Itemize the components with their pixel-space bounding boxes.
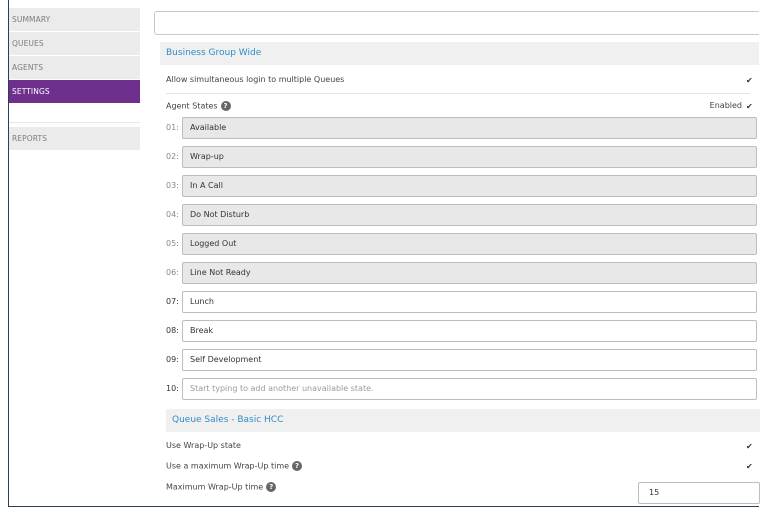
max-wrapup-row: Maximum Wrap-Up time? [166, 482, 466, 494]
use-max-wrapup-label: Use a maximum Wrap-Up time [166, 461, 290, 471]
sidebar-item-reports[interactable]: REPORTS [9, 127, 140, 151]
top-input-field[interactable] [154, 11, 759, 35]
help-icon[interactable]: ? [220, 101, 231, 111]
state-number: 08: [166, 326, 179, 335]
agent-state-row: 05: Logged Out [166, 233, 757, 255]
agent-states-label: Agent States [166, 101, 218, 111]
agent-state-row: 10: Start typing to add another unavaila… [166, 378, 757, 400]
agent-state-row: 02: Wrap-up [166, 146, 757, 168]
sidebar-item-queues[interactable]: QUEUES [9, 32, 140, 56]
use-max-wrapup-checkbox[interactable]: ✔ [746, 463, 753, 471]
agent-state-row: 07: Lunch [166, 291, 757, 313]
agent-state-row: 09: Self Development [166, 349, 757, 371]
sidebar-item-summary[interactable]: SUMMARY [9, 8, 140, 32]
state-input-readonly: Do Not Disturb [182, 204, 757, 226]
state-number: 03: [166, 181, 179, 190]
sidebar-item-settings[interactable]: SETTINGS [9, 80, 140, 104]
state-input[interactable]: Break [182, 320, 757, 342]
state-input-readonly: Wrap-up [182, 146, 757, 168]
business-group-header: Business Group Wide [160, 42, 759, 65]
state-input[interactable]: Self Development [182, 349, 757, 371]
new-state-input[interactable]: Start typing to add another unavailable … [182, 378, 757, 400]
state-number: 04: [166, 210, 179, 219]
agent-state-row: 01: Available [166, 117, 757, 139]
allow-login-checkbox[interactable]: ✔ [746, 77, 753, 85]
state-input-readonly: Available [182, 117, 757, 139]
use-wrapup-checkbox[interactable]: ✔ [746, 443, 753, 451]
sidebar-item-agents[interactable]: AGENTS [9, 56, 140, 80]
state-number: 05: [166, 239, 179, 248]
state-number: 02: [166, 152, 179, 161]
use-max-wrapup-row: Use a maximum Wrap-Up time? ✔ [166, 461, 756, 473]
agent-state-row: 04: Do Not Disturb [166, 204, 757, 226]
use-wrapup-label: Use Wrap-Up state [166, 441, 241, 450]
state-number: 06: [166, 268, 179, 277]
settings-panel: Business Group Wide [154, 11, 759, 65]
state-input-readonly: In A Call [182, 175, 757, 197]
agent-states-row: Agent States? Enabled ✔ [166, 101, 756, 113]
state-number: 01: [166, 123, 179, 132]
agent-state-row: 06: Line Not Ready [166, 262, 757, 284]
state-input[interactable]: Lunch [182, 291, 757, 313]
help-icon[interactable]: ? [266, 482, 277, 492]
max-wrapup-input[interactable]: 15 [638, 482, 760, 504]
enabled-label: Enabled [709, 101, 742, 110]
state-number: 10: [166, 384, 179, 393]
queue-sales-header: Queue Sales - Basic HCC [166, 409, 760, 432]
sidebar-nav: SUMMARY QUEUES AGENTS SETTINGS REPORTS [9, 8, 140, 151]
agent-state-row: 08: Break [166, 320, 757, 342]
state-number: 07: [166, 297, 179, 306]
state-number: 09: [166, 355, 179, 364]
help-icon[interactable]: ? [292, 461, 303, 471]
max-wrapup-label: Maximum Wrap-Up time [166, 482, 264, 492]
allow-login-row: Allow simultaneous login to multiple Que… [166, 75, 756, 87]
allow-login-label: Allow simultaneous login to multiple Que… [166, 75, 345, 84]
use-wrapup-row: Use Wrap-Up state ✔ [166, 441, 756, 453]
sidebar-divider [9, 104, 140, 123]
enabled-checkbox[interactable]: ✔ [746, 103, 753, 111]
state-input-readonly: Logged Out [182, 233, 757, 255]
state-input-readonly: Line Not Ready [182, 262, 757, 284]
row-divider [166, 93, 750, 94]
agent-state-row: 03: In A Call [166, 175, 757, 197]
